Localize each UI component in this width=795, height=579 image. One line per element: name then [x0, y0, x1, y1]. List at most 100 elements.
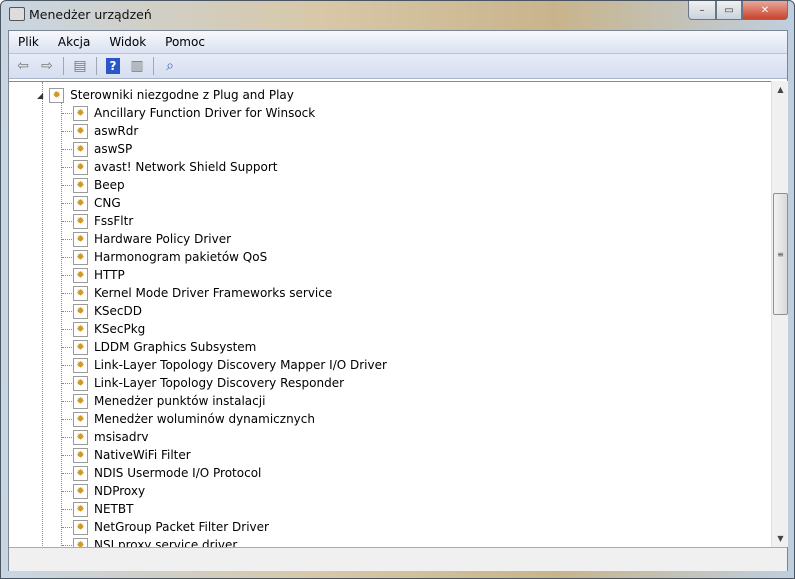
tree-item-label: NetGroup Packet Filter Driver — [94, 520, 269, 534]
tree-item[interactable]: ✹ KSecDD — [73, 302, 142, 320]
tree-item-label: Beep — [94, 178, 125, 192]
tree-item-label: aswRdr — [94, 124, 139, 138]
device-icon: ✹ — [73, 339, 88, 355]
device-icon: ✹ — [73, 159, 88, 175]
device-icon: ✹ — [73, 105, 88, 121]
tree-item[interactable]: ✹ NDIS Usermode I/O Protocol — [73, 464, 261, 482]
menu-pomoc[interactable]: Pomoc — [165, 35, 205, 49]
tree-item[interactable]: ✹ Link-Layer Topology Discovery Mapper I/… — [73, 356, 387, 374]
tree-item[interactable]: ✹ CNG — [73, 194, 121, 212]
close-button[interactable]: ✕ — [742, 1, 788, 20]
tree-item-label: CNG — [94, 196, 121, 210]
tree-item[interactable]: ✹ LDDM Graphics Subsystem — [73, 338, 256, 356]
tree-item-label: LDDM Graphics Subsystem — [94, 340, 257, 354]
tree-item[interactable]: ✹ NetGroup Packet Filter Driver — [73, 518, 269, 536]
tree-item-label: Kernel Mode Driver Frameworks service — [94, 286, 333, 300]
tree-item[interactable]: ✹ avast! Network Shield Support — [73, 158, 277, 176]
tree-item-label: NETBT — [94, 502, 134, 516]
tree-item-label: HTTP — [94, 268, 125, 282]
device-tree[interactable]: ◢ ✹ Sterowniki niezgodne z Plug and Play… — [9, 81, 771, 547]
tree-item[interactable]: ✹ Menedżer punktów instalacji — [73, 392, 265, 410]
tree-item-label: NDProxy — [94, 484, 146, 498]
tree-item-label: Ancillary Function Driver for Winsock — [94, 106, 316, 120]
collapse-arrow-icon[interactable]: ◢ — [37, 91, 43, 100]
minimize-button[interactable]: – — [688, 1, 716, 20]
device-icon: ✹ — [73, 231, 88, 247]
tree-item-label: aswSP — [94, 142, 133, 156]
action-pane-icon[interactable]: ▥ — [127, 57, 147, 75]
tree-item[interactable]: ✹ KSecPkg — [73, 320, 145, 338]
tree-item-label: msisadrv — [94, 430, 149, 444]
window-title: Menedżer urządzeń — [29, 7, 152, 22]
tree-item[interactable]: ✹ FssFltr — [73, 212, 133, 230]
device-manager-icon — [9, 7, 25, 21]
menu-akcja[interactable]: Akcja — [58, 35, 90, 49]
tree-item-label: KSecPkg — [94, 322, 146, 336]
tree-item-label: NativeWiFi Filter — [94, 448, 191, 462]
tree-item[interactable]: ✹ NSI proxy service driver. — [73, 536, 240, 547]
device-icon: ✹ — [73, 141, 88, 157]
menu-bar: Plik Akcja Widok Pomoc — [9, 31, 787, 54]
vertical-scrollbar[interactable]: ▲ ≡ ▼ — [771, 81, 788, 547]
tree-item[interactable]: ✹ HTTP — [73, 266, 125, 284]
menu-plik[interactable]: Plik — [18, 35, 39, 49]
tree-item[interactable]: ✹ Menedżer woluminów dynamicznych — [73, 410, 315, 428]
device-icon: ✹ — [73, 429, 88, 445]
tree-item[interactable]: ✹ Ancillary Function Driver for Winsock — [73, 104, 315, 122]
tree-item-label: Menedżer woluminów dynamicznych — [94, 412, 315, 426]
tree-item-label: NSI proxy service driver. — [94, 538, 241, 547]
tree-item[interactable]: ✹ Hardware Policy Driver — [73, 230, 231, 248]
device-icon: ✹ — [73, 537, 88, 547]
device-icon: ✹ — [73, 177, 88, 193]
device-icon: ✹ — [73, 285, 88, 301]
tree-item[interactable]: ✹ NDProxy — [73, 482, 145, 500]
tree-item[interactable]: ✹ aswSP — [73, 140, 132, 158]
device-icon: ✹ — [73, 447, 88, 463]
help-icon[interactable]: ? — [103, 57, 123, 75]
scan-hardware-icon[interactable]: ⌕ — [160, 57, 180, 75]
device-icon: ✹ — [73, 321, 88, 337]
device-icon: ✹ — [73, 501, 88, 517]
scroll-up-button[interactable]: ▲ — [772, 81, 789, 98]
tree-item[interactable]: ✹ msisadrv — [73, 428, 149, 446]
back-arrow-icon[interactable]: ⇦ — [13, 57, 33, 75]
show-hide-console-tree-icon[interactable]: ▤ — [70, 57, 90, 75]
device-icon: ✹ — [73, 249, 88, 265]
device-icon: ✹ — [73, 123, 88, 139]
window: Menedżer urządzeń – ▭ ✕ Plik Akcja Widok… — [0, 0, 795, 579]
toolbar: ⇦ ⇨ ▤ ? ▥ ⌕ — [9, 54, 787, 79]
tree-item[interactable]: ✹ NativeWiFi Filter — [73, 446, 191, 464]
status-bar — [9, 547, 787, 571]
separator — [153, 57, 154, 75]
tree-item-label: KSecDD — [94, 304, 142, 318]
tree-item-label: FssFltr — [94, 214, 134, 228]
maximize-button[interactable]: ▭ — [716, 1, 742, 20]
tree-item[interactable]: ✹ NETBT — [73, 500, 133, 518]
menu-widok[interactable]: Widok — [109, 35, 146, 49]
device-icon: ✹ — [73, 213, 88, 229]
client-area: Plik Akcja Widok Pomoc ⇦ ⇨ ▤ ? ▥ ⌕ ◢ ✹ S… — [8, 30, 788, 571]
device-icon: ✹ — [73, 267, 88, 283]
separator — [63, 57, 64, 75]
device-icon: ✹ — [73, 195, 88, 211]
device-icon: ✹ — [73, 303, 88, 319]
device-icon: ✹ — [73, 519, 88, 535]
scroll-down-button[interactable]: ▼ — [772, 530, 789, 547]
device-icon: ✹ — [73, 483, 88, 499]
tree-item-label: Harmonogram pakietów QoS — [94, 250, 268, 264]
device-icon: ✹ — [73, 375, 88, 391]
tree-item[interactable]: ✹ aswRdr — [73, 122, 138, 140]
tree-item-label: Menedżer punktów instalacji — [94, 394, 266, 408]
tree-item[interactable]: ✹ Link-Layer Topology Discovery Responder — [73, 374, 344, 392]
device-icon: ✹ — [49, 87, 65, 103]
tree-category[interactable]: ◢ ✹ Sterowniki niezgodne z Plug and Play — [37, 86, 294, 104]
forward-arrow-icon[interactable]: ⇨ — [37, 57, 57, 75]
device-icon: ✹ — [73, 411, 88, 427]
category-label: Sterowniki niezgodne z Plug and Play — [70, 88, 294, 102]
scroll-thumb[interactable]: ≡ — [773, 193, 788, 315]
device-icon: ✹ — [73, 357, 88, 373]
tree-item[interactable]: ✹ Kernel Mode Driver Frameworks service — [73, 284, 332, 302]
tree-item[interactable]: ✹ Harmonogram pakietów QoS — [73, 248, 267, 266]
tree-item[interactable]: ✹ Beep — [73, 176, 125, 194]
tree-item-label: NDIS Usermode I/O Protocol — [94, 466, 262, 480]
